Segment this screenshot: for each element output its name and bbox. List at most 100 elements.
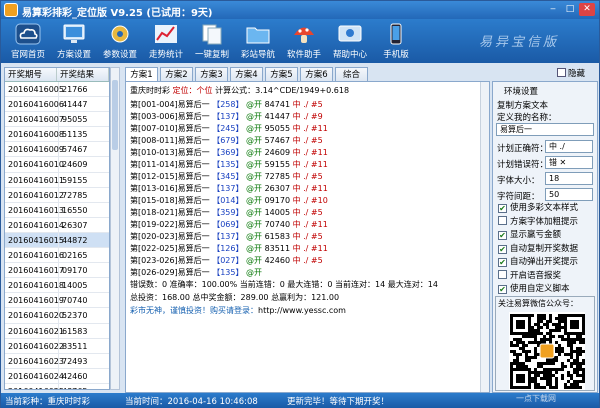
- result-mark: 中 ./: [292, 196, 309, 205]
- table-row[interactable]: 20160416014 26307: [5, 217, 109, 233]
- checkbox-unchecked[interactable]: [498, 215, 507, 225]
- table-row[interactable]: 20160416024 42460: [5, 368, 109, 384]
- table-row[interactable]: 20160416008 51135: [5, 127, 109, 143]
- toolbar-label: 彩站导航: [240, 50, 275, 60]
- open-marker: @开: [246, 220, 263, 229]
- period-cell: 20160416008: [5, 127, 64, 142]
- tab-scheme-6[interactable]: 方案6: [300, 67, 333, 82]
- checkbox-checked[interactable]: ✔: [498, 244, 507, 254]
- draw-number: 42460: [264, 256, 291, 265]
- open-marker: @开: [246, 268, 263, 277]
- checkbox-checked[interactable]: ✔: [498, 285, 507, 294]
- hit-count: #10: [310, 196, 328, 205]
- table-row[interactable]: 2016041602548765: [5, 383, 109, 389]
- settings-checkbox-row[interactable]: 方案字体加粗提示: [498, 215, 578, 227]
- toolbar-trend-button[interactable]: 走势统计: [143, 22, 189, 62]
- output-scrollbar[interactable]: [480, 82, 489, 392]
- result-mark: 中 ./: [292, 100, 309, 109]
- period-cell: 20160416021: [5, 323, 64, 338]
- toolbar-help-button[interactable]: 帮助中心: [327, 22, 373, 62]
- period-cell: 20160416014: [5, 217, 64, 232]
- font-size-input[interactable]: 18: [545, 172, 593, 185]
- table-row[interactable]: 20160416010 24609: [5, 157, 109, 173]
- column-header-result[interactable]: 开奖结果: [57, 68, 109, 81]
- tab-combined[interactable]: 综合: [335, 67, 368, 82]
- table-row[interactable]: 20160416007 95055: [5, 112, 109, 128]
- settings-checkbox-row[interactable]: ✔ 显示赢亏金额: [498, 228, 561, 240]
- maximize-button[interactable]: □: [562, 3, 578, 16]
- toolbar-params-button[interactable]: 参数设置: [97, 22, 143, 62]
- minimize-button[interactable]: ‒: [545, 3, 561, 16]
- table-row[interactable]: 20160416016 02165: [5, 248, 109, 264]
- tab-scheme-5[interactable]: 方案5: [265, 67, 298, 82]
- tab-scheme-4[interactable]: 方案4: [230, 67, 263, 82]
- tab-scheme-3[interactable]: 方案3: [195, 67, 228, 82]
- scheme-output[interactable]: 重庆时时彩 定位：个位 计算公式：3.14^CDE/1949+0.618 第[0…: [125, 81, 490, 393]
- result-cell: 52370: [62, 311, 88, 321]
- table-row[interactable]: 20160416020 52370: [5, 308, 109, 324]
- code-text: 【245】: [212, 124, 244, 133]
- table-row[interactable]: 20160416012 72785: [5, 187, 109, 203]
- open-marker: @开: [246, 136, 263, 145]
- table-row[interactable]: 20160416009 57467: [5, 142, 109, 158]
- history-scrollbar[interactable]: [110, 67, 120, 390]
- draw-number: 57467: [264, 136, 291, 145]
- close-button[interactable]: ✕: [579, 3, 595, 16]
- define-name-input[interactable]: 易算后一: [496, 123, 594, 136]
- hide-toggle[interactable]: 隐藏: [493, 68, 597, 81]
- checkbox-checked[interactable]: ✔: [498, 258, 507, 267]
- table-row[interactable]: 20160416013 16550: [5, 202, 109, 218]
- scheme-tabs: 方案1 方案2 方案3 方案4 方案5 方案6 综合: [125, 67, 497, 83]
- toolbar-mobile-button[interactable]: 手机版: [373, 22, 419, 62]
- draw-number: 84741: [264, 100, 291, 109]
- copy-scheme-text[interactable]: 复制方案文本: [497, 99, 548, 111]
- toolbar-scheme-button[interactable]: 方案设置: [51, 22, 97, 62]
- prediction-row: 第[023-026]易算后一 【027】 @开 42460 中 ./ #5: [130, 255, 323, 266]
- table-row[interactable]: 20160416019 70740: [5, 293, 109, 309]
- table-row[interactable]: 20160416021 61583: [5, 323, 109, 339]
- brand-text: 易异宝信版: [479, 35, 560, 50]
- prediction-row: 第[019-022]易算后一 【069】 @开 70740 中 ./ #11: [130, 219, 328, 230]
- settings-checkbox-row[interactable]: ✔ 使用多彩文本样式: [498, 201, 578, 213]
- checkbox-unchecked[interactable]: [498, 269, 507, 279]
- toolbar-homepage-button[interactable]: 官网首页: [5, 22, 51, 62]
- toolbar-nav-button[interactable]: 彩站导航: [235, 22, 281, 62]
- toolbar-copy-button[interactable]: 一键复制: [189, 22, 235, 62]
- period-cell: 20160416005: [5, 82, 64, 97]
- hit-count: #11: [310, 184, 328, 193]
- table-row[interactable]: 20160416015 44872: [5, 232, 109, 249]
- table-row[interactable]: 20160416005 21766: [5, 82, 109, 98]
- table-row[interactable]: 20160416017 09170: [5, 263, 109, 279]
- table-row[interactable]: 20160416011 59155: [5, 172, 109, 188]
- scrollbar-thumb[interactable]: [112, 80, 118, 150]
- toolbar: 官网首页 方案设置 参数设置 走势统计 一键复制 彩站导航 软件助手 帮助中心: [1, 19, 599, 63]
- settings-checkbox-row[interactable]: ✔ 自动弹出开奖提示: [498, 255, 578, 267]
- table-row[interactable]: 20160416022 83511: [5, 338, 109, 354]
- wrong-symbol-input[interactable]: 错 ✕: [545, 156, 593, 169]
- draw-history-table[interactable]: 开奖期号 开奖结果 20160416005 21766 20160416006 414…: [4, 67, 110, 390]
- settings-checkbox-row[interactable]: ✔ 使用自定义脚本: [498, 282, 570, 294]
- tab-scheme-2[interactable]: 方案2: [160, 67, 193, 82]
- hide-checkbox[interactable]: [557, 68, 566, 77]
- toolbar-label: 官网首页: [10, 50, 45, 60]
- checkbox-checked[interactable]: ✔: [498, 231, 507, 240]
- checkbox-checked[interactable]: ✔: [498, 204, 507, 213]
- table-row[interactable]: 20160416018 14005: [5, 278, 109, 294]
- footer-url[interactable]: http://www.yessc.com: [258, 306, 346, 315]
- table-row[interactable]: 20160416023 72493: [5, 353, 109, 369]
- period-cell: 20160416007: [5, 112, 64, 127]
- draw-number: 70740: [264, 220, 291, 229]
- correct-symbol-input[interactable]: 中 ./: [545, 140, 593, 153]
- table-row[interactable]: 20160416006 41447: [5, 97, 109, 113]
- settings-checkbox-row[interactable]: ✔ 自动复制开奖数据: [498, 242, 578, 254]
- result-cell: 83511: [62, 341, 88, 351]
- range-text: 第[010-013]易算后一: [130, 148, 210, 157]
- settings-checkbox-row[interactable]: 开启语音报奖: [498, 269, 561, 281]
- title-bar[interactable]: 易算彩排彩_定位版 V9.25 (已试用：9天) ‒ □ ✕: [1, 1, 599, 19]
- column-header-period[interactable]: 开奖期号: [5, 68, 57, 81]
- toolbar-assistant-button[interactable]: 软件助手: [281, 22, 327, 62]
- checkbox-label: 自动弹出开奖提示: [510, 257, 579, 267]
- app-logo-icon: [4, 3, 18, 17]
- char-spacing-input[interactable]: 50: [545, 188, 593, 201]
- result-cell: 14005: [62, 281, 88, 291]
